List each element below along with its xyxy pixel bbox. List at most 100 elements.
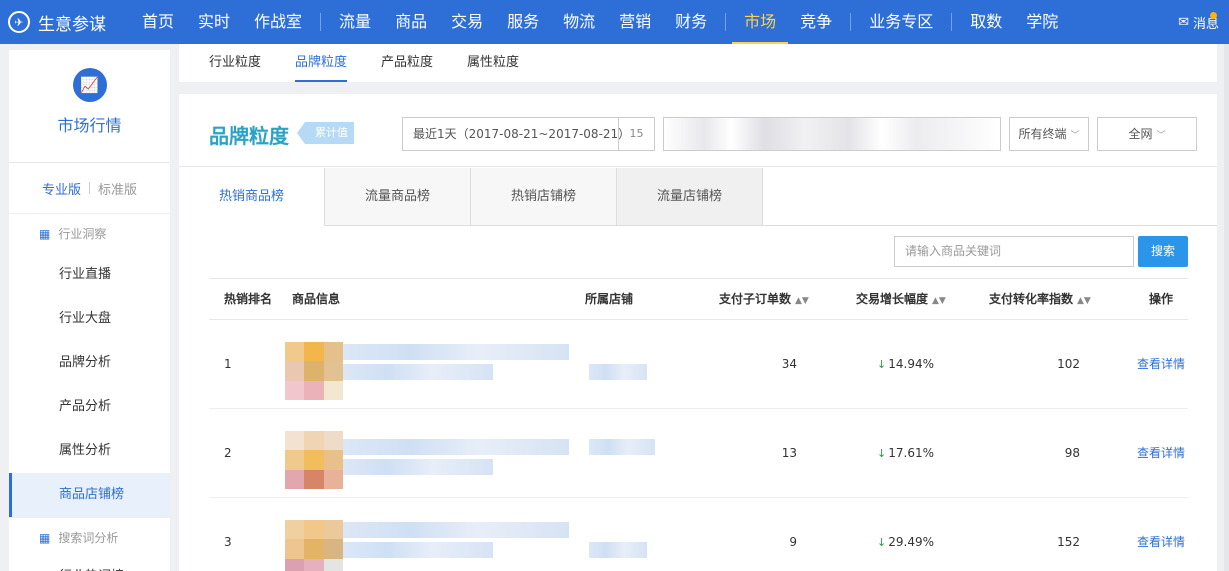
orders-cell: 13 xyxy=(781,446,797,460)
version-pro[interactable]: 专业版 xyxy=(42,179,81,198)
product-keyword-input[interactable]: 请输入商品关键词 xyxy=(894,236,1134,267)
view-details-link[interactable]: 查看详情 xyxy=(1137,498,1185,571)
tab-hot-products[interactable]: 热销商品榜 xyxy=(179,168,325,226)
arrow-down-icon: ↓ xyxy=(877,447,887,460)
sidebar-item-product-shop-rank[interactable]: 商品店铺榜 xyxy=(9,473,170,517)
growth-cell: ↓ 17.61% xyxy=(869,409,934,498)
growth-value: 29.49% xyxy=(888,535,934,549)
tab-traffic-shops[interactable]: 流量店铺榜 xyxy=(617,168,763,226)
view-details-link[interactable]: 查看详情 xyxy=(1137,409,1185,498)
sidebar-item-hot-words[interactable]: 行业热词榜 xyxy=(9,557,170,571)
brand[interactable]: ✈ 生意参谋 xyxy=(0,10,130,35)
mail-icon: ✉ xyxy=(1178,14,1189,30)
product-title-blurred xyxy=(343,542,493,558)
header-item-info: 商品信息 xyxy=(292,292,341,306)
product-title-blurred[interactable] xyxy=(343,522,569,538)
sidebar-group-label: 行业洞察 xyxy=(58,227,107,241)
nav-item-market[interactable]: 市场 xyxy=(732,0,789,44)
version-switch: 专业版 标准版 xyxy=(9,163,170,213)
product-title-blurred xyxy=(343,364,493,380)
nav-separator xyxy=(951,13,953,31)
nav-item-data-fetch[interactable]: 取数 xyxy=(958,0,1014,44)
ranking-table: 热销排名 商品信息 所属店铺 支付子订单数 ▲▼ 交易增长幅度 ▲▼ 支付转化率指数… xyxy=(209,278,1188,571)
growth-cell: ↓ 14.94% xyxy=(869,320,934,409)
product-title-blurred[interactable] xyxy=(343,344,569,360)
tab-industry[interactable]: 行业粒度 xyxy=(209,44,261,82)
notification-dot xyxy=(1210,12,1217,19)
nav-item-competition[interactable]: 竞争 xyxy=(788,0,844,44)
shop-name-blurred[interactable] xyxy=(589,439,655,455)
header-action: 操作 xyxy=(1149,292,1174,306)
sidebar-item-industry-live[interactable]: 行业直播 xyxy=(9,253,170,297)
header-conversion[interactable]: 支付转化率指数 ▲▼ xyxy=(989,279,1091,321)
sidebar-item-industry-overview[interactable]: 行业大盘 xyxy=(9,297,170,341)
tab-attribute[interactable]: 属性粒度 xyxy=(467,44,519,82)
nav-item-academy[interactable]: 学院 xyxy=(1014,0,1070,44)
view-details-link[interactable]: 查看详情 xyxy=(1137,320,1185,409)
messages-button[interactable]: ✉ 消息 xyxy=(1178,0,1219,44)
tab-hot-shops[interactable]: 热销店铺榜 xyxy=(471,168,617,226)
tab-product[interactable]: 产品粒度 xyxy=(381,44,433,82)
product-title-blurred[interactable] xyxy=(343,439,569,455)
rank-cell: 3 xyxy=(224,535,232,549)
growth-value: 17.61% xyxy=(888,446,934,460)
table-row: 2 13 ↓ 17.61% 98 查看详情 xyxy=(209,409,1188,498)
table-header: 热销排名 商品信息 所属店铺 支付子订单数 ▲▼ 交易增长幅度 ▲▼ 支付转化率指数… xyxy=(209,278,1188,320)
product-thumbnail[interactable] xyxy=(285,342,343,400)
ranking-tabs: 热销商品榜 流量商品榜 热销店铺榜 流量店铺榜 xyxy=(179,168,1217,226)
channel-select[interactable]: 全网 ﹀ xyxy=(1097,117,1197,151)
growth-cell: ↓ 29.49% xyxy=(869,498,934,571)
sidebar-group-search[interactable]: ▦ 搜索词分析 xyxy=(9,517,170,557)
tab-traffic-products[interactable]: 流量商品榜 xyxy=(325,168,471,226)
product-thumbnail[interactable] xyxy=(285,520,343,571)
product-thumbnail[interactable] xyxy=(285,431,343,489)
nav-separator xyxy=(850,13,852,31)
page-scrollbar[interactable] xyxy=(1224,44,1229,571)
date-range-picker[interactable]: 最近1天（2017-08-21~2017-08-21） 15 xyxy=(402,117,655,151)
table-row: 1 34 ↓ 14.94% 102 查看详情 xyxy=(209,320,1188,409)
nav-item-marketing[interactable]: 营销 xyxy=(607,0,663,44)
header-orders[interactable]: 支付子订单数 ▲▼ xyxy=(719,279,809,321)
shop-name-blurred[interactable] xyxy=(589,364,647,380)
nav-item-trade[interactable]: 交易 xyxy=(439,0,495,44)
header-orders-label: 支付子订单数 xyxy=(719,292,792,306)
channel-value: 全网 xyxy=(1128,127,1153,141)
shop-name-blurred[interactable] xyxy=(589,542,647,558)
building-icon: ▦ xyxy=(39,226,51,241)
nav-item-logistics[interactable]: 物流 xyxy=(551,0,607,44)
sort-icon: ▲▼ xyxy=(1077,296,1091,306)
sidebar-group-label: 搜索词分析 xyxy=(58,531,119,545)
sidebar-item-attribute-analysis[interactable]: 属性分析 xyxy=(9,429,170,473)
arrow-down-icon: ↓ xyxy=(877,536,887,549)
arrow-down-icon: ↓ xyxy=(877,358,887,371)
calendar-icon[interactable]: 15 xyxy=(618,118,654,150)
nav-item-finance[interactable]: 财务 xyxy=(663,0,719,44)
nav-item-traffic[interactable]: 流量 xyxy=(327,0,383,44)
conversion-cell: 102 xyxy=(1057,357,1080,371)
tab-brand[interactable]: 品牌粒度 xyxy=(295,44,348,82)
nav-item-home[interactable]: 首页 xyxy=(130,0,186,44)
nav-item-product[interactable]: 商品 xyxy=(383,0,439,44)
nav-item-business-zone[interactable]: 业务专区 xyxy=(857,0,945,44)
nav-item-service[interactable]: 服务 xyxy=(495,0,551,44)
terminal-select[interactable]: 所有终端 ﹀ xyxy=(1009,117,1089,151)
sort-icon: ▲▼ xyxy=(932,296,946,306)
sidebar-group-industry[interactable]: ▦ 行业洞察 xyxy=(9,213,170,253)
conversion-cell: 98 xyxy=(1064,446,1080,460)
category-selector-blurred[interactable] xyxy=(663,117,1001,151)
table-row: 3 9 ↓ 29.49% 152 查看详情 xyxy=(209,498,1188,571)
nav-separator xyxy=(725,13,727,31)
main-panel: 品牌粒度 累计值 最近1天（2017-08-21~2017-08-21） 15 … xyxy=(179,94,1217,571)
sidebar-item-product-analysis[interactable]: 产品分析 xyxy=(9,385,170,429)
header-growth[interactable]: 交易增长幅度 ▲▼ xyxy=(856,279,946,321)
granularity-tabs: 行业粒度 品牌粒度 产品粒度 属性粒度 xyxy=(179,44,1217,82)
sidebar-item-brand-analysis[interactable]: 品牌分析 xyxy=(9,341,170,385)
header-growth-label: 交易增长幅度 xyxy=(856,292,929,306)
nav-item-realtime[interactable]: 实时 xyxy=(186,0,242,44)
search-button[interactable]: 搜索 xyxy=(1138,236,1188,267)
orders-cell: 34 xyxy=(781,357,797,371)
version-separator xyxy=(89,182,90,194)
version-standard[interactable]: 标准版 xyxy=(98,179,137,198)
nav-item-warroom[interactable]: 作战室 xyxy=(242,0,314,44)
top-navigation: ✈ 生意参谋 首页 实时 作战室 流量 商品 交易 服务 物流 营销 财务 市场… xyxy=(0,0,1229,44)
